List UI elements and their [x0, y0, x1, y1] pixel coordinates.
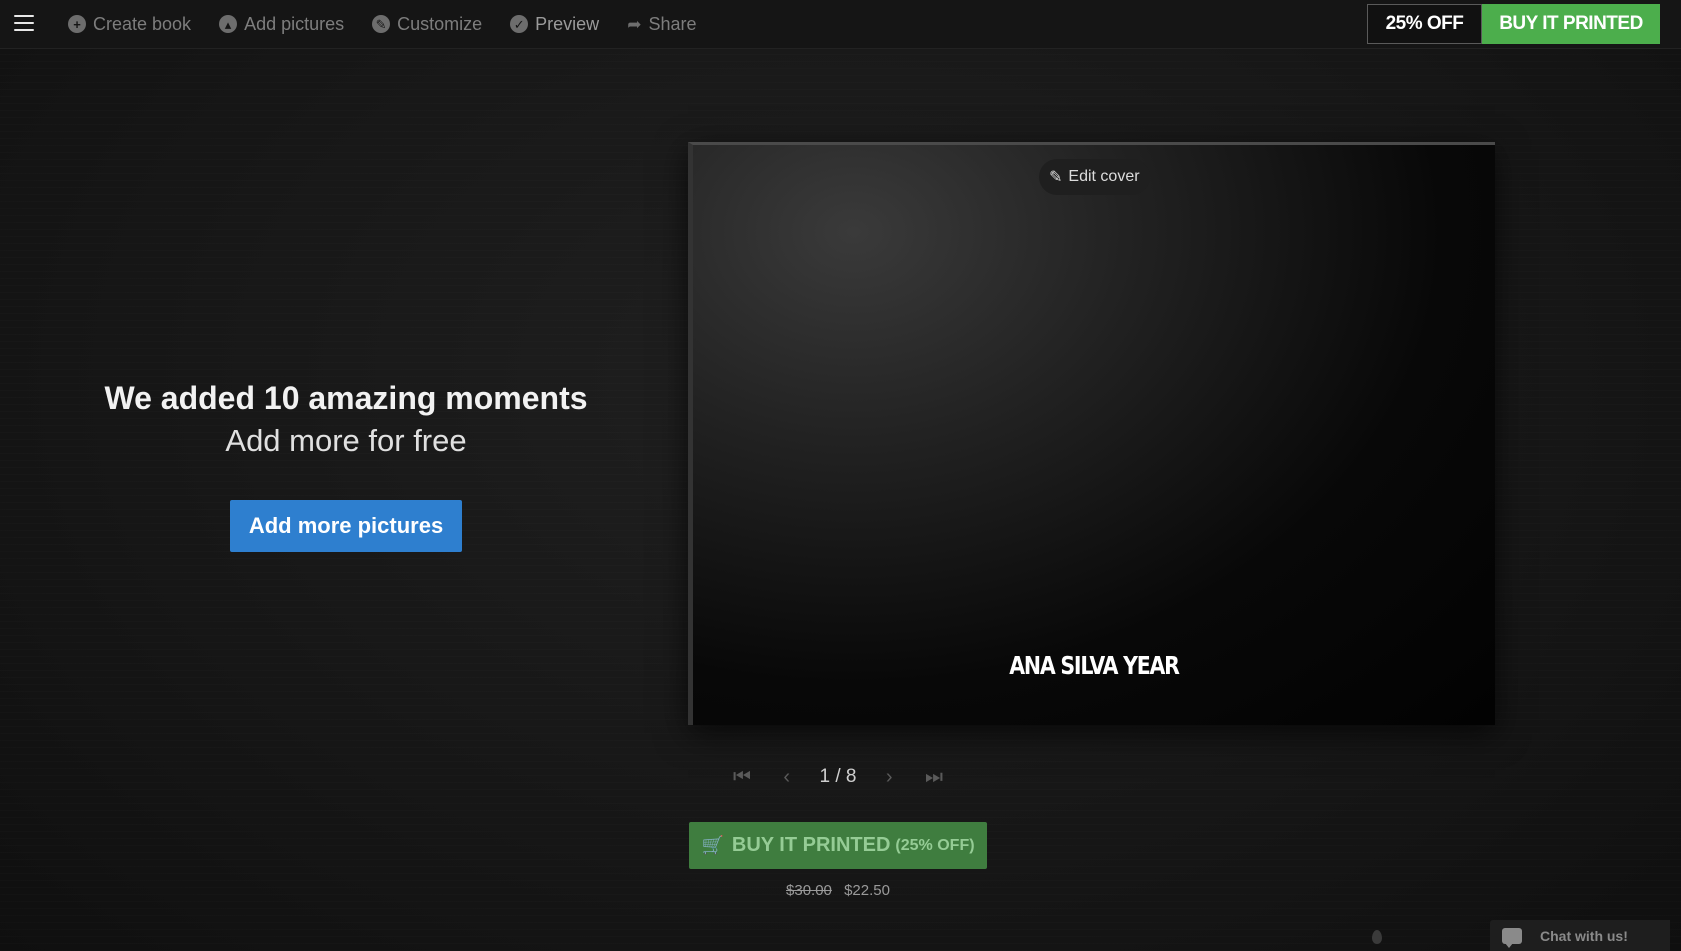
brush-circle-icon: ✎ — [372, 15, 391, 33]
nav-customize-label: Customize — [397, 13, 483, 34]
page-count: 1 / 8 — [819, 766, 857, 787]
nav-create-book-label: Create book — [93, 13, 192, 34]
moments-subtitle: Add more for free — [225, 423, 467, 458]
chat-bubble-icon — [1502, 927, 1522, 948]
book-cover: ✎ Edit cover ANA SILVA YEAR — [688, 142, 1495, 725]
nav-preview[interactable]: ✓ Preview — [510, 14, 599, 35]
page-navigator: ⏮ ‹ 1 / 8 › ⏭ — [730, 762, 946, 792]
pencil-icon: ✎ — [1049, 169, 1063, 186]
prev-page-icon[interactable]: ‹ — [775, 766, 799, 789]
last-page-icon[interactable]: ⏭ — [922, 766, 946, 789]
chat-widget[interactable]: Chat with us! — [1490, 920, 1670, 951]
buy-printed-top-button[interactable]: BUY IT PRINTED — [1482, 4, 1660, 44]
new-price: $22.50 — [844, 882, 890, 899]
first-page-icon[interactable]: ⏮ — [730, 766, 754, 789]
plus-circle-icon: + — [68, 15, 86, 33]
buy-printed-label: BUY IT PRINTED — [731, 834, 891, 856]
nav-share-label: Share — [648, 13, 697, 34]
location-pin-icon — [1372, 930, 1382, 944]
hamburger-menu-icon[interactable] — [14, 15, 34, 33]
next-page-icon[interactable]: › — [877, 766, 901, 789]
nav-add-pictures-label: Add pictures — [244, 13, 345, 34]
cover-title: ANA SILVA YEAR — [1009, 651, 1180, 680]
nav-customize[interactable]: ✎ Customize — [372, 14, 482, 35]
add-more-pictures-button[interactable]: Add more pictures — [230, 500, 462, 552]
top-offer: 25% OFF BUY IT PRINTED — [1367, 4, 1660, 44]
moments-message: We added 10 amazing moments Add more for… — [96, 380, 596, 459]
nav-share[interactable]: ➦ Share — [627, 14, 696, 35]
buy-printed-bottom-button[interactable]: 🛒 BUY IT PRINTED (25% OFF) — [689, 822, 987, 869]
cart-icon: 🛒 — [701, 835, 724, 855]
top-navbar: + Create book ▴ Add pictures ✎ Customize… — [0, 0, 1681, 49]
nav-add-pictures[interactable]: ▴ Add pictures — [219, 14, 344, 35]
edit-cover-button[interactable]: ✎ Edit cover — [1039, 159, 1150, 195]
share-arrow-icon: ➦ — [627, 14, 642, 34]
price-info: $30.00 $22.50 — [689, 882, 987, 899]
edit-cover-label: Edit cover — [1068, 168, 1140, 185]
nav-create-book[interactable]: + Create book — [68, 14, 191, 35]
nav-preview-label: Preview — [535, 13, 600, 34]
picture-circle-icon: ▴ — [219, 15, 238, 33]
moments-title: We added 10 amazing moments — [104, 380, 588, 416]
old-price: $30.00 — [786, 882, 832, 899]
chat-label: Chat with us! — [1540, 927, 1628, 944]
wizard-steps: + Create book ▴ Add pictures ✎ Customize… — [68, 0, 724, 48]
buy-printed-discount: (25% OFF) — [895, 836, 975, 854]
discount-badge: 25% OFF — [1367, 4, 1482, 44]
check-circle-icon: ✓ — [510, 15, 529, 33]
